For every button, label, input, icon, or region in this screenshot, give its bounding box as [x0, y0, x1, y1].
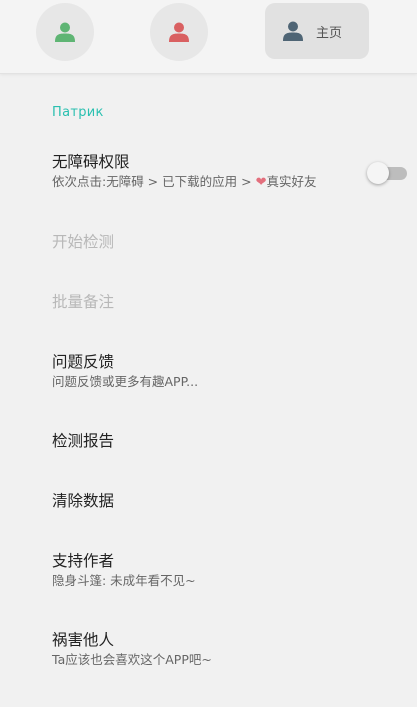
- section-header: Патрик: [52, 105, 104, 120]
- app-screen: 主页 Патрик 无障碍权限 依次点击:无障碍 > 已下载的应用 > ❤真实好…: [0, 0, 417, 707]
- item-subtitle: 隐身斗篷: 未成年看不见~: [52, 573, 196, 588]
- batch-note-item[interactable]: 批量备注: [52, 292, 417, 312]
- item-title: 无障碍权限: [52, 153, 130, 171]
- accessibility-permission-item[interactable]: 无障碍权限 依次点击:无障碍 > 已下载的应用 > ❤真实好友: [52, 152, 417, 191]
- item-subtitle: Ta应该也会喜欢这个APP吧~: [52, 652, 212, 667]
- share-item[interactable]: 祸害他人 Ta应该也会喜欢这个APP吧~: [52, 630, 417, 668]
- heart-icon: ❤: [255, 175, 267, 190]
- item-title: 清除数据: [52, 492, 115, 510]
- item-title: 批量备注: [52, 293, 115, 311]
- item-subtitle: 问题反馈或更多有趣APP...: [52, 374, 199, 389]
- toggle-thumb: [367, 162, 389, 184]
- item-subtitle: 依次点击:无障碍 > 已下载的应用 > ❤真实好友: [52, 174, 417, 191]
- person-icon: [169, 22, 189, 42]
- subtitle-suffix: 真实好友: [266, 174, 317, 189]
- top-tab-bar: 主页: [0, 0, 417, 74]
- person-icon: [55, 22, 75, 42]
- start-detection-item[interactable]: 开始检测: [52, 232, 417, 252]
- item-title: 问题反馈: [52, 353, 115, 371]
- clear-data-item[interactable]: 清除数据: [52, 491, 417, 511]
- feedback-item[interactable]: 问题反馈 问题反馈或更多有趣APP...: [52, 352, 417, 390]
- item-title: 开始检测: [52, 233, 115, 251]
- tab-home-label: 主页: [316, 25, 343, 41]
- subtitle-prefix: 依次点击:无障碍 > 已下载的应用 >: [52, 174, 256, 189]
- accessibility-toggle[interactable]: [367, 162, 407, 184]
- person-icon: [283, 21, 303, 41]
- tab-green-user[interactable]: [36, 3, 94, 61]
- tab-red-user[interactable]: [150, 3, 208, 61]
- report-item[interactable]: 检测报告: [52, 431, 417, 451]
- tab-home[interactable]: 主页: [265, 3, 369, 59]
- item-title: 祸害他人: [52, 631, 115, 649]
- support-author-item[interactable]: 支持作者 隐身斗篷: 未成年看不见~: [52, 551, 417, 589]
- item-title: 检测报告: [52, 432, 115, 450]
- item-title: 支持作者: [52, 552, 115, 570]
